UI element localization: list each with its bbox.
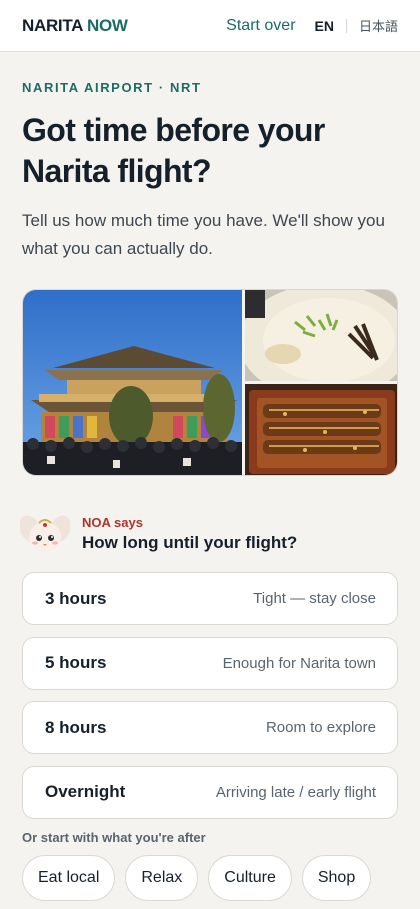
option-label: 5 hours — [45, 653, 107, 672]
chip-relax[interactable]: Relax — [125, 855, 199, 901]
option-3-hours[interactable]: 3 hours Tight — stay close — [22, 572, 398, 625]
interest-chips: Eat local Relax Culture Shop — [22, 855, 398, 901]
option-overnight[interactable]: Overnight Arriving late / early flight — [22, 765, 398, 819]
chip-shop[interactable]: Shop — [301, 855, 372, 901]
logo-brand: NARITA — [22, 15, 83, 35]
chip-eat-local[interactable]: Eat local — [22, 855, 116, 901]
start-over-link[interactable]: Start over — [226, 17, 295, 35]
logo-accent: NOW — [86, 15, 128, 35]
ramen-photo — [245, 290, 397, 381]
header-nav: Start over EN 日本語 — [226, 16, 398, 35]
top-header: NARITA NOW Start over EN 日本語 — [0, 0, 420, 52]
photo-column — [245, 290, 397, 475]
temple-photo — [23, 290, 243, 475]
option-hint: Tight — stay close — [253, 590, 376, 607]
noa-text: NOA says How long until your flight? — [82, 515, 297, 553]
unagi-photo — [245, 384, 397, 475]
main-content: NARITA AIRPORT · NRT Got time before you… — [0, 80, 420, 901]
option-8-hours[interactable]: 8 hours Room to explore — [22, 701, 398, 754]
noa-question: How long until your flight? — [82, 533, 298, 552]
photo-collage — [22, 289, 398, 476]
option-label: 8 hours — [45, 717, 107, 737]
eyebrow-label: NARITA AIRPORT · NRT — [22, 80, 202, 95]
chips-heading: Or start with what you're after — [22, 830, 206, 845]
option-label: 3 hours — [45, 588, 107, 608]
page-title: Got time before your Narita flight? — [22, 112, 325, 189]
noa-mascot-icon — [20, 509, 70, 559]
lang-en-toggle[interactable]: EN — [315, 18, 334, 34]
time-options: 3 hours Tight — stay close 5 hours Enoug… — [22, 572, 398, 819]
lang-ja-toggle[interactable]: 日本語 — [359, 16, 398, 35]
option-hint: Enough for Narita town — [222, 654, 376, 672]
noa-prompt: NOA says How long until your flight? — [20, 509, 398, 559]
noa-says-label: NOA says — [82, 515, 143, 530]
logo[interactable]: NARITA NOW — [22, 16, 128, 36]
intro-text: Tell us how much time you have. We'll sh… — [22, 211, 385, 258]
option-5-hours[interactable]: 5 hours Enough for Narita town — [22, 636, 398, 690]
option-hint: Room to explore — [265, 719, 376, 736]
option-label: Overnight — [45, 782, 126, 801]
lang-divider — [345, 18, 347, 33]
chip-culture[interactable]: Culture — [208, 855, 292, 901]
option-hint: Arriving late / early flight — [215, 783, 376, 801]
